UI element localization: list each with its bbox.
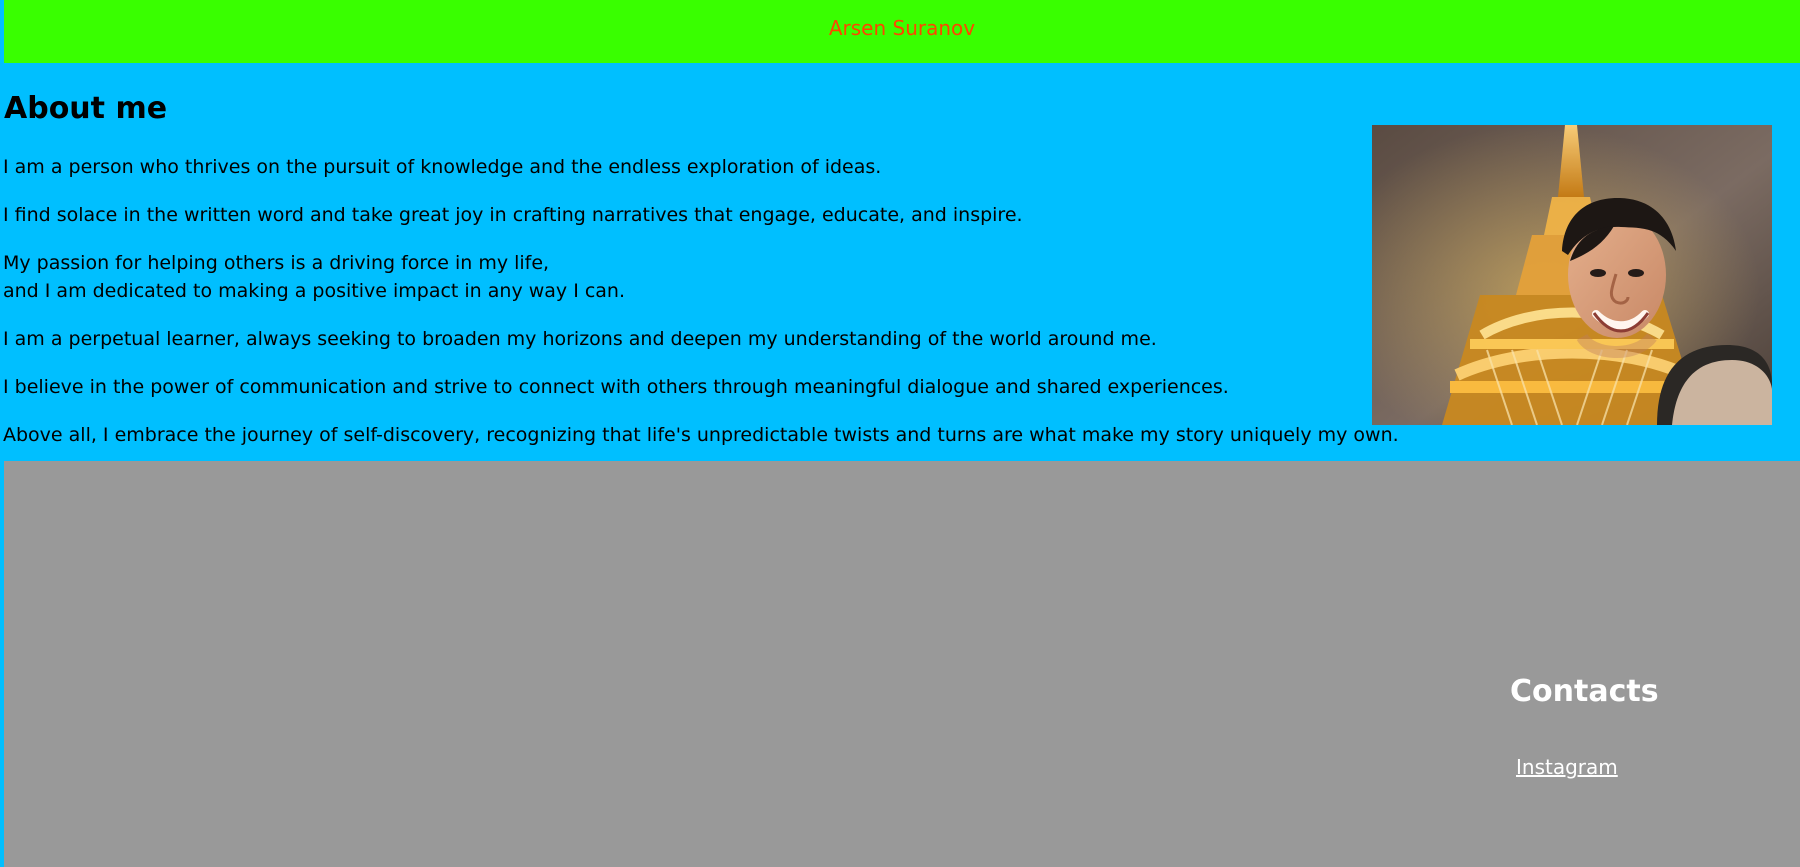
about-heading: About me <box>4 91 168 126</box>
site-owner-name: Arsen Suranov <box>828 16 976 40</box>
contacts-section: Contacts Instagram <box>4 461 1800 867</box>
about-paragraph-4: I am a perpetual learner, always seeking… <box>3 328 1157 350</box>
site-header: Arsen Suranov <box>4 0 1800 63</box>
about-paragraph-1: I am a person who thrives on the pursuit… <box>3 156 882 178</box>
profile-photo <box>1372 125 1772 425</box>
about-paragraph-6: Above all, I embrace the journey of self… <box>3 424 1399 446</box>
contacts-heading: Contacts <box>1510 674 1659 709</box>
about-section: I am a person who thrives on the pursuit… <box>3 153 1399 469</box>
about-paragraph-5: I believe in the power of communication … <box>3 376 1229 398</box>
about-paragraph-2: I find solace in the written word and ta… <box>3 204 1023 226</box>
eiffel-tower-selfie-illustration <box>1372 125 1772 425</box>
about-paragraph-3-line-2: and I am dedicated to making a positive … <box>3 280 626 302</box>
instagram-link[interactable]: Instagram <box>1516 754 1618 780</box>
about-paragraph-3: My passion for helping others is a drivi… <box>3 249 1373 305</box>
about-paragraph-3-line-1: My passion for helping others is a drivi… <box>3 252 550 274</box>
